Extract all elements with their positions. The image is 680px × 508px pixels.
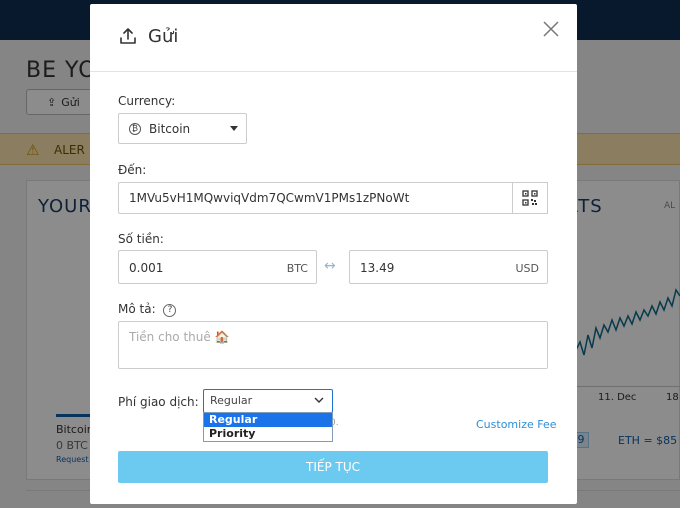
description-textarea[interactable]: Tiền cho thuê 🏠 [118,321,548,369]
to-label: Đến: [118,163,147,177]
amount-usd-value: 13.49 [360,261,395,275]
description-label: Mô tả: ? [118,302,177,317]
caret-down-icon [230,126,238,131]
amount-btc-input[interactable]: 0.001 BTC [118,250,317,284]
amount-btc-value: 0.001 [129,261,164,275]
fee-selected-value: Regular [210,394,253,407]
qr-code-icon [522,190,538,206]
help-icon[interactable]: ? [163,304,177,317]
fee-label: Phí giao dịch: [118,395,199,409]
amount-label: Số tiền: [118,232,164,246]
continue-button[interactable]: TIẾP TỤC [118,451,548,483]
chevron-down-icon [314,397,324,403]
currency-value: Bitcoin [149,121,191,136]
amount-usd-input[interactable]: 13.49 USD [349,250,548,284]
qr-scan-button[interactable] [512,182,548,214]
upload-icon [120,28,136,44]
close-icon[interactable] [542,20,560,38]
to-address-input[interactable]: 1MVu5vH1MQwviqVdm7QCwmV1PMs1zPNoWt [118,182,548,214]
fee-select[interactable]: Regular [203,389,333,413]
currency-select[interactable]: ₿ Bitcoin [118,113,247,144]
amount-usd-unit: USD [515,262,539,275]
bitcoin-icon: ₿ [129,122,141,135]
currency-label: Currency: [118,94,176,108]
fee-option-priority[interactable]: Priority [204,427,332,441]
swap-arrows-icon: ↔ [324,258,336,274]
modal-header: Gửi [90,4,577,72]
customize-fee-link[interactable]: Customize Fee [476,418,557,431]
fee-option-regular[interactable]: Regular [204,413,332,427]
description-label-text: Mô tả: [118,302,156,316]
send-modal: Gửi Currency: ₿ Bitcoin Đến: 1MVu5vH1MQw… [90,4,577,504]
modal-title: Gửi [148,26,179,47]
fee-options-list: Regular Priority [203,412,333,442]
amount-btc-unit: BTC [286,262,308,275]
